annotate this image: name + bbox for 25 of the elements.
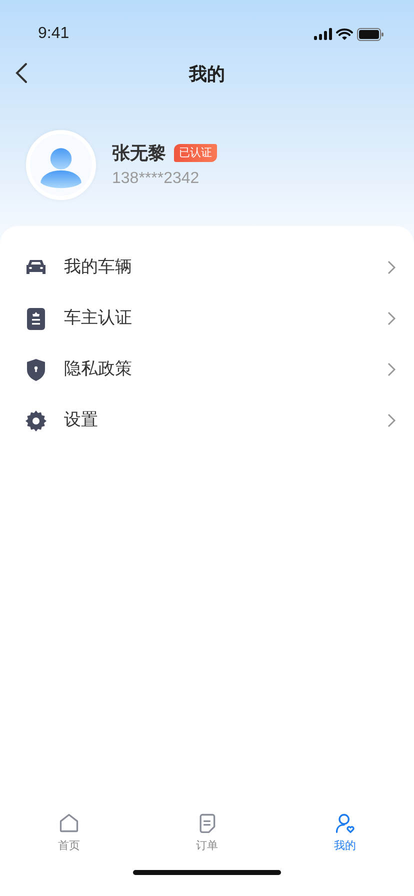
settings-icon [24, 408, 48, 432]
battery-icon [357, 28, 384, 40]
user-heart-icon [334, 812, 356, 834]
phone-number: 138****2342 [112, 168, 200, 188]
menu-item[interactable]: 设置 [0, 395, 414, 446]
chevron-icon [387, 260, 396, 275]
menu-item[interactable]: 车主认证 [0, 293, 414, 344]
wifi-icon [336, 28, 353, 40]
chevron-icon [387, 362, 396, 377]
chevron-icon [387, 413, 396, 428]
menu-item[interactable]: 我的车辆 [0, 242, 414, 293]
tab-button[interactable]: 订单 [167, 812, 247, 854]
back-icon[interactable] [14, 62, 28, 84]
id-card-icon [24, 306, 48, 330]
page-title: 我的 [189, 62, 225, 86]
signal-icon [314, 28, 332, 40]
tab-button[interactable]: 我的 [305, 812, 385, 854]
user-name: 张无黎 [112, 142, 166, 166]
shield-icon [24, 358, 48, 382]
home-icon [58, 812, 80, 834]
status-time: 9:41 [38, 24, 70, 44]
verified-badge: 已认证 [174, 144, 217, 162]
menu-item[interactable]: 隐私政策 [0, 344, 414, 395]
chevron-icon [387, 311, 396, 326]
tab-button[interactable]: 首页 [29, 812, 109, 854]
